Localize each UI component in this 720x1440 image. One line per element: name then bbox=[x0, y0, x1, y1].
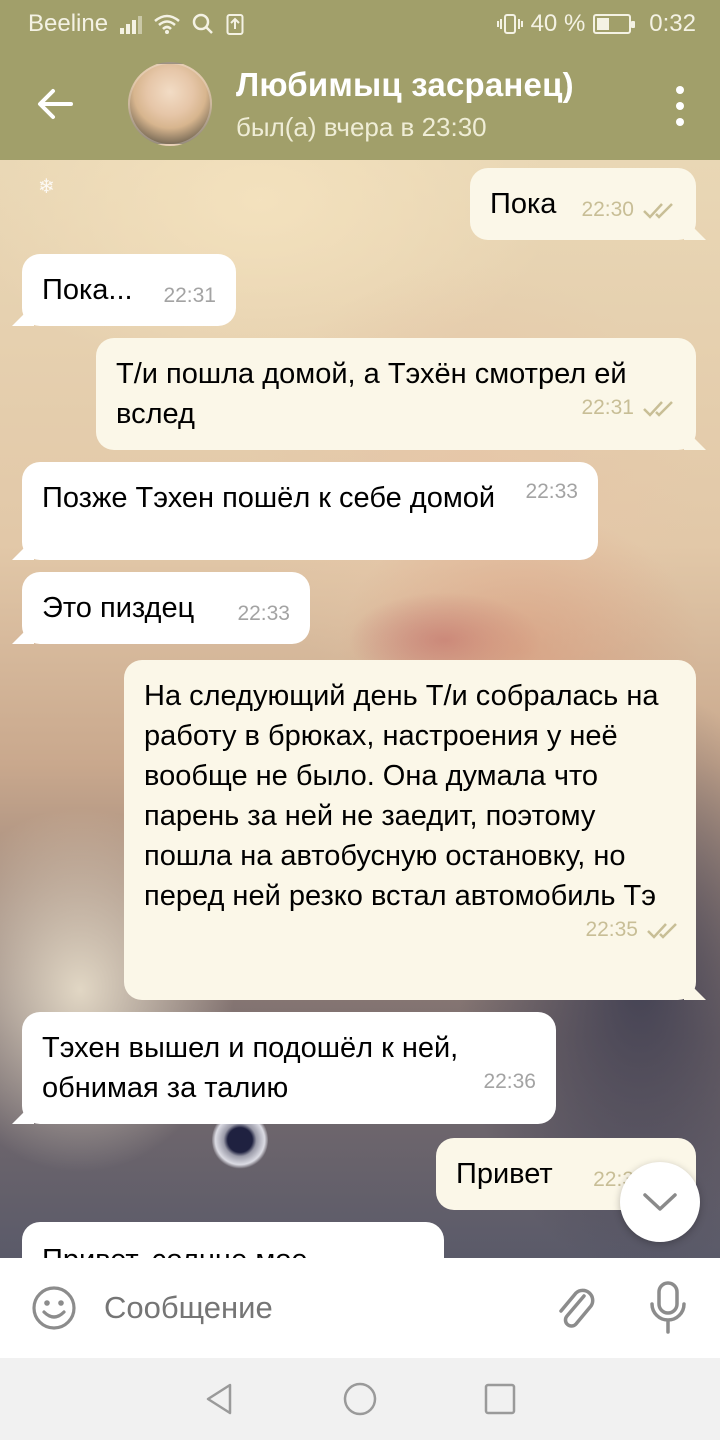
nav-back-icon[interactable] bbox=[202, 1381, 238, 1417]
message-time: 22:36 bbox=[483, 1070, 536, 1093]
more-vert-icon[interactable] bbox=[670, 86, 690, 126]
chat-area[interactable]: ❄ Пока 22:30 Пока... 22:31 Т/и пошла дом… bbox=[0, 160, 720, 1258]
nav-recents-icon[interactable] bbox=[482, 1381, 518, 1417]
vibrate-icon bbox=[496, 14, 523, 34]
message-time: 22:35 bbox=[585, 918, 638, 941]
message-incoming[interactable]: Позже Тэхен пошёл к себе домой 22:33 bbox=[22, 462, 598, 560]
smiley-icon[interactable] bbox=[30, 1284, 78, 1332]
search-icon bbox=[192, 13, 213, 34]
arrow-left-icon bbox=[38, 89, 73, 119]
paperclip-icon[interactable] bbox=[554, 1282, 598, 1334]
last-seen-status: был(а) вчера в 23:30 bbox=[236, 111, 487, 142]
nav-home-icon[interactable] bbox=[342, 1381, 378, 1417]
clock: 0:32 bbox=[649, 10, 696, 37]
microphone-icon[interactable] bbox=[648, 1280, 688, 1336]
message-incoming[interactable]: Пока... 22:31 bbox=[22, 254, 236, 326]
carrier-name: Beeline bbox=[28, 10, 109, 37]
status-bar: Beeline 40 % 0:32 bbox=[0, 0, 720, 48]
message-incoming[interactable]: Тэхен вышел и подошёл к ней, обнимая за … bbox=[22, 1012, 556, 1124]
message-composer bbox=[0, 1258, 720, 1358]
battery-icon bbox=[593, 14, 636, 34]
chat-title: Любимыц засранец) bbox=[236, 65, 574, 103]
message-time: 22:31 bbox=[581, 396, 634, 419]
chevron-down-icon bbox=[643, 1193, 677, 1211]
message-outgoing[interactable]: Т/и пошла домой, а Тэхён смотрел ей всле… bbox=[96, 338, 696, 450]
message-time: 22:30 bbox=[581, 198, 634, 221]
back-button[interactable] bbox=[0, 48, 110, 160]
upload-icon bbox=[226, 14, 244, 35]
wifi-icon bbox=[154, 14, 180, 34]
double-check-icon bbox=[643, 203, 673, 219]
message-input[interactable] bbox=[104, 1290, 504, 1326]
message-time: 22:31 bbox=[163, 284, 216, 307]
scroll-down-button[interactable] bbox=[620, 1162, 700, 1242]
system-nav-bar bbox=[0, 1358, 720, 1440]
message-time: 22:33 bbox=[237, 602, 290, 625]
message-incoming[interactable]: Привет, солнце мое bbox=[22, 1222, 444, 1258]
message-time: 22:33 bbox=[525, 480, 578, 503]
double-check-icon bbox=[647, 923, 677, 939]
battery-percent: 40 % bbox=[530, 10, 586, 37]
chat-title-block[interactable]: Любимыц засранец) был(а) вчера в 23:30 bbox=[236, 66, 574, 143]
message-outgoing[interactable]: На следующий день Т/и собралась на работ… bbox=[124, 660, 696, 1000]
signal-icon bbox=[120, 14, 143, 34]
double-check-icon bbox=[643, 401, 673, 417]
wallpaper-snowflake-icon: ❄ bbox=[38, 176, 55, 198]
message-incoming[interactable]: Это пиздец 22:33 bbox=[22, 572, 310, 644]
message-outgoing[interactable]: Пока 22:30 bbox=[470, 168, 696, 240]
chat-header: Любимыц засранец) был(а) вчера в 23:30 bbox=[0, 48, 720, 160]
avatar[interactable] bbox=[128, 62, 212, 146]
